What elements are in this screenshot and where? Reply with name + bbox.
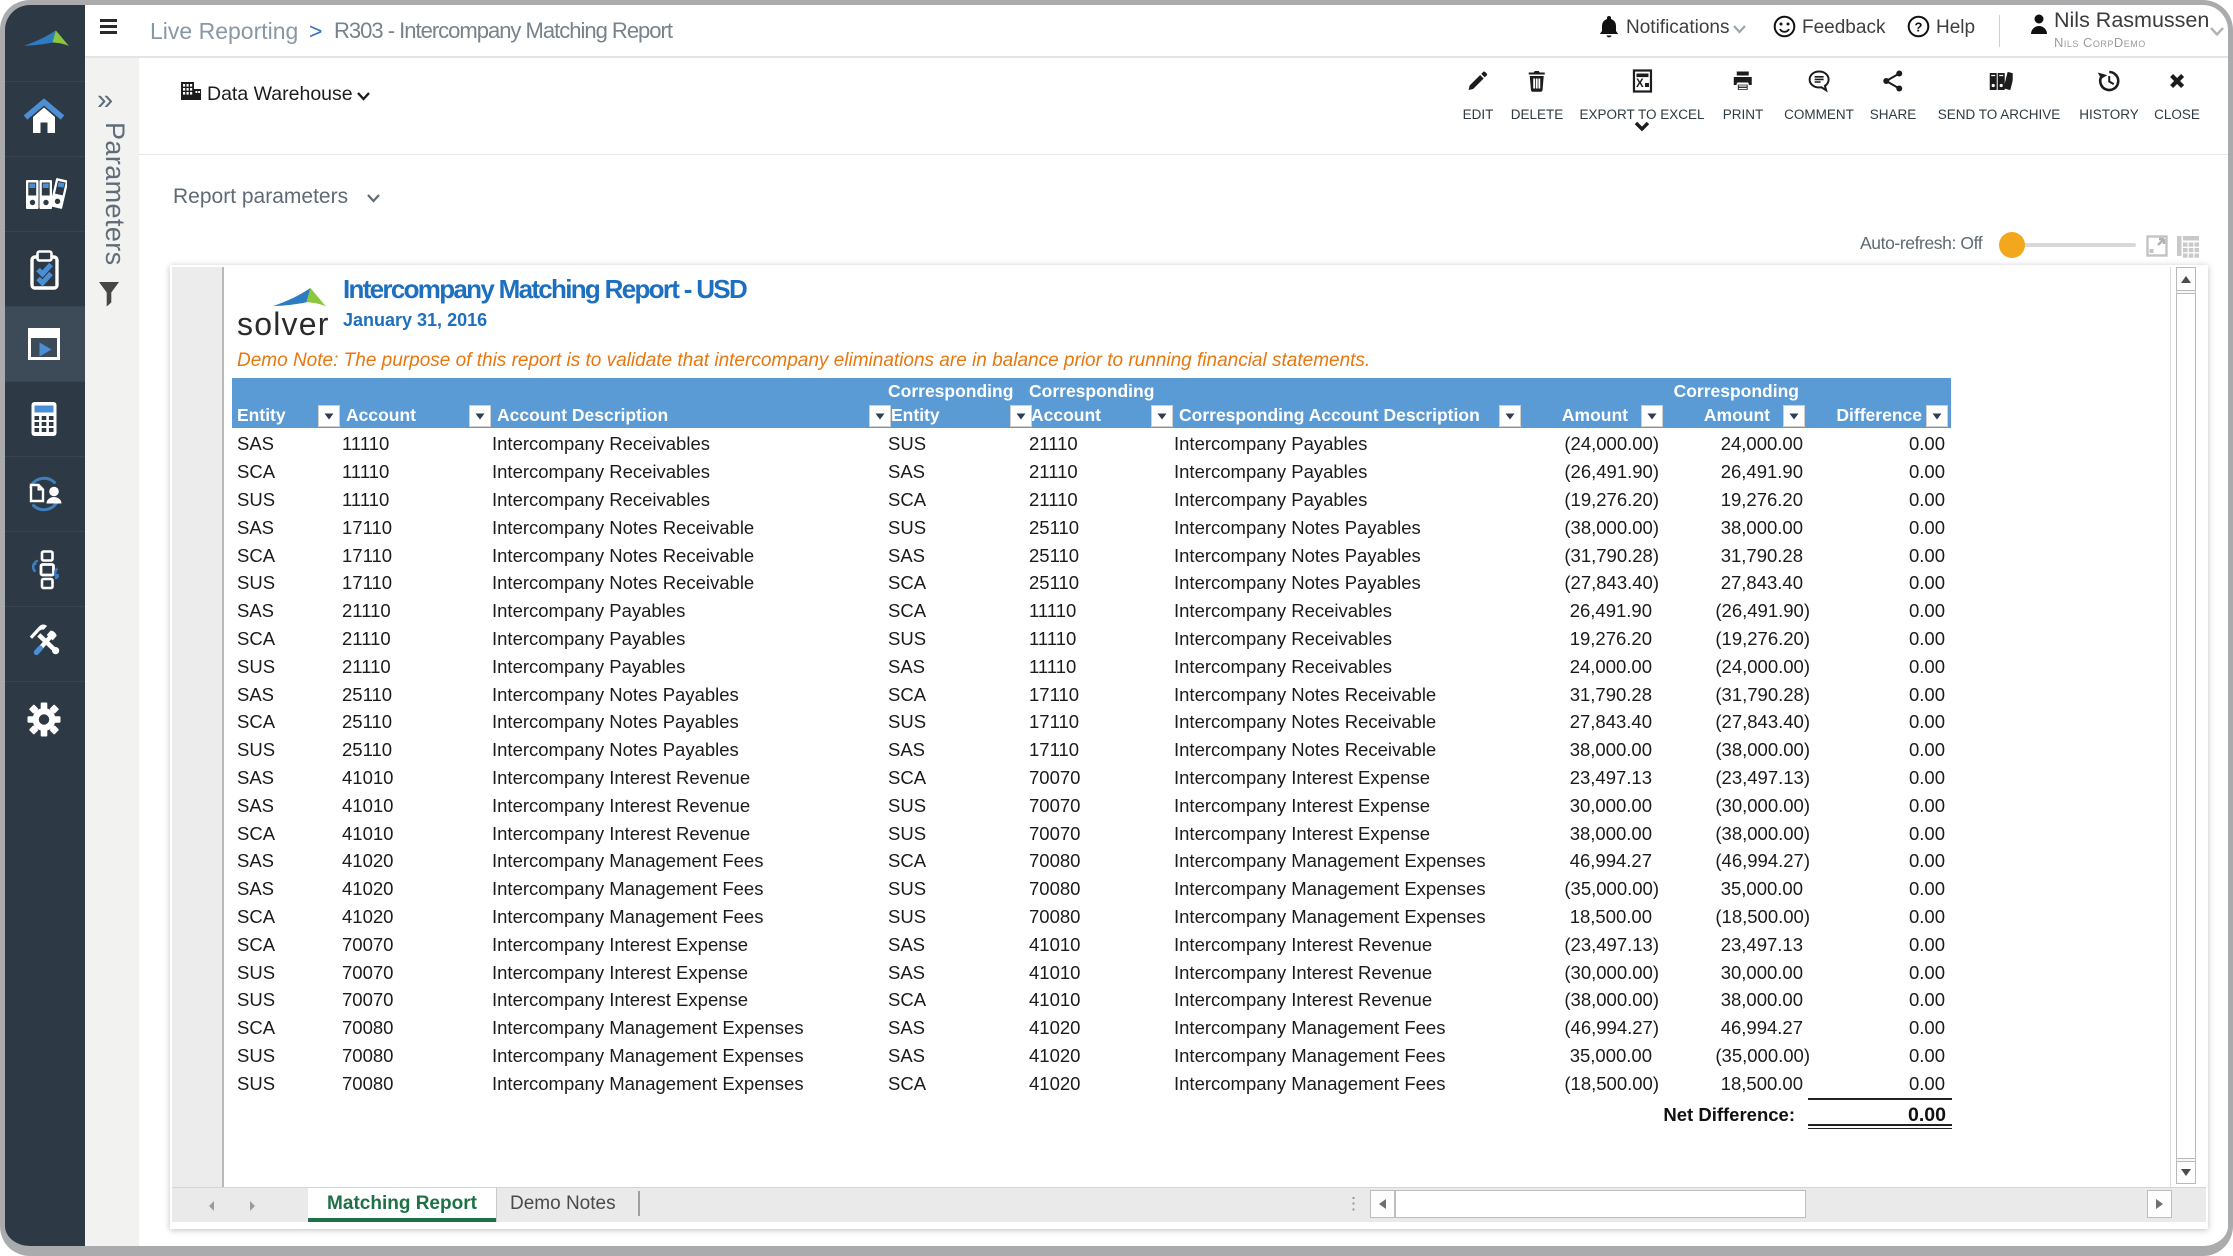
svg-text:?: ?: [1915, 20, 1923, 35]
svg-text:X: X: [1636, 78, 1644, 90]
